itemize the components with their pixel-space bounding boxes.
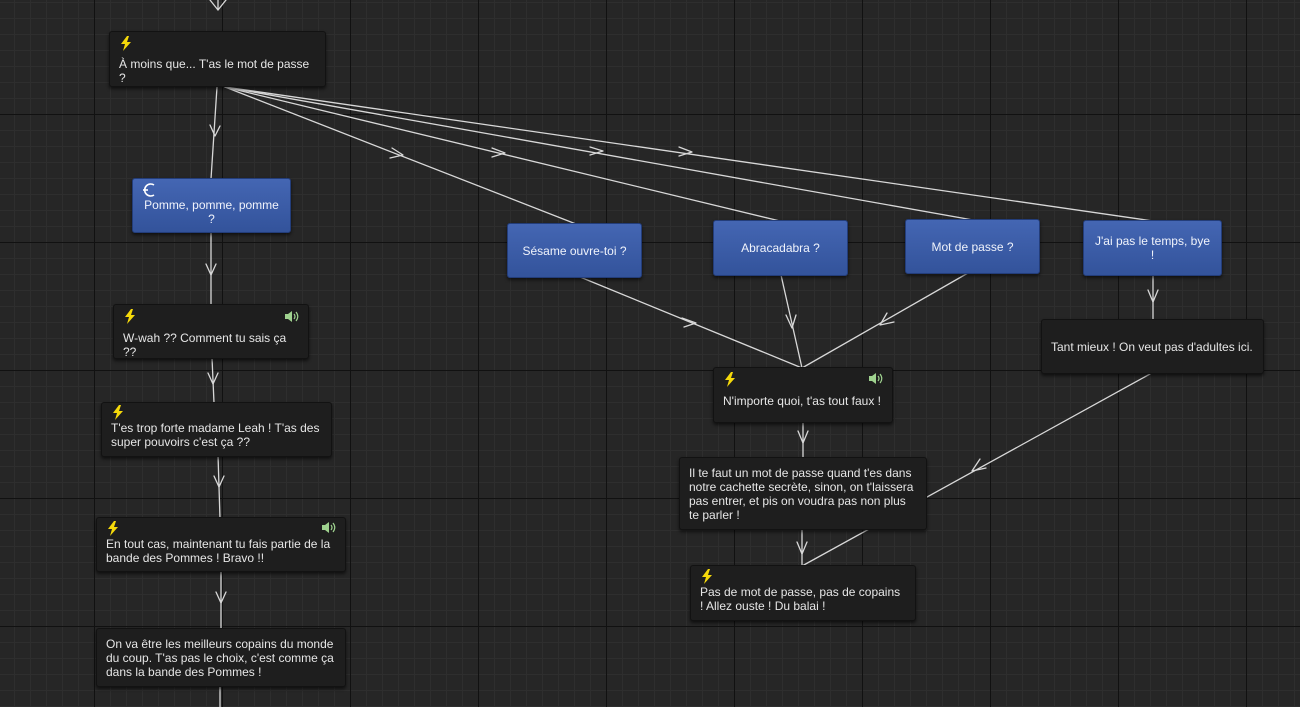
node-text: Pas de mot de passe, pas de copains ! Al…	[700, 585, 901, 613]
wire-arrow	[589, 146, 604, 156]
node-text: T'es trop forte madame Leah ! T'as des s…	[111, 421, 320, 449]
choice-node-pas-le-temps[interactable]: J'ai pas le temps, bye !	[1083, 220, 1222, 276]
dialogue-node-en-tout-cas[interactable]: En tout cas, maintenant tu fais partie d…	[96, 517, 346, 572]
wire-arrow	[681, 317, 697, 328]
choice-text: Sésame ouvre-toi ?	[522, 243, 627, 258]
choice-text: Mot de passe ?	[931, 239, 1014, 254]
wire-arrow	[879, 312, 895, 326]
dialogue-node-meilleurs-copains[interactable]: On va être les meilleurs copains du mond…	[96, 628, 346, 687]
lightning-bolt-icon	[108, 521, 118, 536]
dialogue-node-pas-de-mot[interactable]: Pas de mot de passe, pas de copains ! Al…	[690, 565, 916, 621]
node-text: W-wah ?? Comment tu sais ça ??	[123, 331, 287, 359]
dialogue-node-mot-de-passe-question[interactable]: À moins que... T'as le mot de passe ?	[109, 31, 326, 87]
wire-arrow	[797, 430, 809, 444]
lightning-bolt-icon	[725, 372, 735, 387]
wire-arrow	[209, 0, 227, 11]
node-text: Il te faut un mot de passe quand t'es da…	[689, 465, 914, 522]
wire	[579, 276, 803, 369]
lightning-bolt-icon	[702, 569, 712, 584]
wire-arrow	[678, 146, 693, 157]
wire-arrow	[209, 124, 221, 137]
wire	[224, 86, 1154, 222]
wire-arrow	[205, 263, 217, 276]
choice-node-mot-de-passe[interactable]: Mot de passe ?	[905, 219, 1040, 274]
wire	[224, 86, 781, 222]
branch-swirl-icon	[143, 183, 155, 197]
wire	[210, 86, 218, 180]
node-text: En tout cas, maintenant tu fais partie d…	[106, 537, 331, 565]
dialogue-node-il-te-faut[interactable]: Il te faut un mot de passe quand t'es da…	[679, 457, 927, 530]
wire-arrow	[1147, 289, 1159, 303]
choice-node-sesame[interactable]: Sésame ouvre-toi ?	[507, 223, 642, 278]
speaker-icon	[869, 373, 883, 384]
wire-arrow	[207, 372, 219, 385]
speaker-icon	[285, 311, 299, 322]
wire-arrow	[389, 147, 404, 159]
wire-arrow	[491, 147, 506, 158]
node-text: N'importe quoi, t'as tout faux !	[723, 394, 881, 408]
node-text: On va être les meilleurs copains du mond…	[106, 636, 334, 679]
wire-arrow	[215, 591, 227, 604]
wire	[211, 357, 215, 404]
wire-arrow	[796, 541, 808, 555]
wire	[224, 86, 974, 221]
wire-arrow	[785, 314, 797, 329]
choice-node-abracadabra[interactable]: Abracadabra ?	[713, 220, 848, 276]
dialogue-node-trop-forte[interactable]: T'es trop forte madame Leah ! T'as des s…	[101, 402, 332, 457]
node-text: À moins que... T'as le mot de passe ?	[119, 57, 310, 85]
choice-text: Abracadabra ?	[741, 241, 820, 255]
choice-text: Pomme, pomme, pomme ?	[144, 197, 279, 226]
wire	[780, 274, 803, 369]
speaker-icon	[322, 522, 336, 533]
wire-arrow	[213, 475, 225, 488]
dialogue-node-nimporte-quoi[interactable]: N'importe quoi, t'as tout faux !	[713, 367, 893, 423]
wire	[801, 272, 969, 369]
dialogue-node-tant-mieux[interactable]: Tant mieux ! On veut pas d'adultes ici.	[1041, 319, 1264, 374]
lightning-bolt-icon	[125, 309, 135, 324]
wire-arrow	[971, 458, 987, 472]
choice-text: J'ai pas le temps, bye !	[1094, 234, 1210, 262]
lightning-bolt-icon	[113, 405, 123, 420]
node-text: Tant mieux ! On veut pas d'adultes ici.	[1051, 339, 1253, 354]
wire	[217, 454, 221, 520]
choice-node-pomme[interactable]: Pomme, pomme, pomme ?	[132, 178, 291, 233]
lightning-bolt-icon	[121, 36, 131, 51]
dialogue-node-wwah[interactable]: W-wah ?? Comment tu sais ça ??	[113, 304, 309, 359]
